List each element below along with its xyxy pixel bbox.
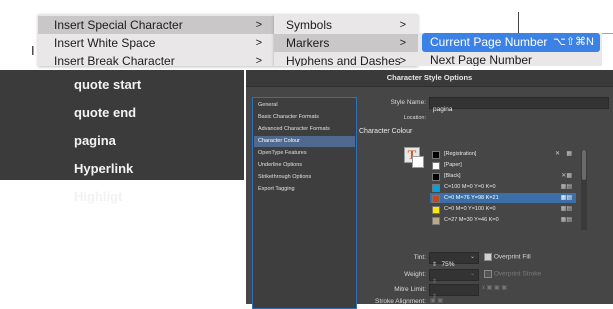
- category-character-colour[interactable]: Character Colour: [254, 136, 355, 147]
- swatch-row-selected[interactable]: C=0 M=76 Y=98 K=21 ▦▤: [430, 193, 576, 203]
- chevron-down-icon: ⌄: [469, 271, 475, 277]
- type-menu: Insert Special Character > Insert White …: [38, 14, 274, 66]
- menu-item-insert-special-character[interactable]: Insert Special Character >: [38, 16, 274, 34]
- swatch-name: [Black]: [444, 173, 461, 179]
- swatch-row[interactable]: C=27 M=30 Y=46 K=0 ▦▤: [430, 215, 576, 225]
- process-color-icon: ▦▤: [560, 206, 572, 212]
- stepper-icon: ⇕: [432, 262, 438, 268]
- process-color-icon: ▦▤: [560, 195, 572, 201]
- menu-item-markers[interactable]: Markers >: [274, 34, 418, 52]
- style-item[interactable]: quote end: [74, 105, 136, 120]
- menu-item-insert-white-space[interactable]: Insert White Space >: [38, 34, 274, 52]
- checkbox-icon: [484, 270, 492, 278]
- swatch-row[interactable]: C=0 M=0 Y=100 K=0 ▦▤: [430, 204, 576, 214]
- style-item[interactable]: pagina: [74, 133, 116, 148]
- dialog-title: Character Style Options: [246, 70, 613, 87]
- chevron-right-icon: >: [255, 19, 262, 31]
- markers-submenu: Current Page Number ⌥⇧⌘N Next Page Numbe…: [418, 33, 602, 66]
- menu-item-current-page-number[interactable]: Current Page Number ⌥⇧⌘N: [422, 33, 600, 52]
- style-name-field[interactable]: pagina: [429, 97, 609, 113]
- overprint-stroke-label: Overprint Stroke: [493, 270, 542, 278]
- menu-item-label: Current Page Number: [430, 35, 548, 49]
- menu-item-label: Hyphens and Dashes: [286, 54, 401, 66]
- overprint-fill-option[interactable]: Overprint Fill: [484, 253, 531, 261]
- fill-stroke-text-icon[interactable]: T: [404, 147, 426, 169]
- swatch-chip: [432, 195, 440, 203]
- swatch-chip: [432, 184, 440, 192]
- swatch-name: C=100 M=0 Y=0 K=0: [444, 184, 496, 190]
- chevron-right-icon: >: [255, 37, 262, 49]
- swatch-chip: [432, 217, 440, 225]
- swatch-chip: [432, 162, 440, 170]
- swatch-row[interactable]: [Registration] ✕ ▦: [430, 149, 576, 159]
- style-name-label: Style Name:: [390, 99, 426, 106]
- menu-item-insert-break-character[interactable]: Insert Break Character >: [38, 52, 274, 66]
- swatch-chip: [432, 151, 440, 159]
- keyboard-shortcut: ⌥⇧⌘N: [553, 36, 594, 48]
- swatch-name: C=0 M=76 Y=98 K=21: [444, 195, 499, 201]
- character-styles-panel: quote start quote end pagina Hyperlink H…: [0, 70, 244, 204]
- menu-item-hyphens-and-dashes[interactable]: Hyphens and Dashes >: [274, 52, 418, 66]
- mitre-limit-label: Mitre Limit:: [394, 286, 426, 293]
- category-underline-options[interactable]: Underline Options: [254, 160, 355, 171]
- style-item[interactable]: quote start: [74, 77, 141, 92]
- style-item[interactable]: Highligt: [74, 189, 122, 204]
- swatch-scroll-thumb[interactable]: [582, 150, 586, 180]
- swatch-name: C=0 M=0 Y=100 K=0: [444, 206, 496, 212]
- section-heading: Character Colour: [359, 128, 413, 135]
- menu-item-label: Insert Special Character: [54, 18, 183, 32]
- category-advanced-character-formats[interactable]: Advanced Character Formats: [254, 124, 355, 135]
- tint-value: 75%: [441, 261, 455, 268]
- process-color-icon: ▦▤: [560, 184, 572, 190]
- weight-label: Weight:: [404, 271, 426, 278]
- category-basic-character-formats[interactable]: Basic Character Formats: [254, 112, 355, 123]
- overprint-fill-label: Overprint Fill: [493, 253, 531, 261]
- chevron-right-icon: >: [399, 19, 406, 31]
- overprint-stroke-option[interactable]: Overprint Stroke: [484, 270, 541, 278]
- process-color-icon: ▦▤: [560, 217, 572, 223]
- mitre-limit-field[interactable]: ⇕: [429, 284, 479, 300]
- style-item[interactable]: Hyperlink: [74, 161, 133, 176]
- stroke-alignment-icons[interactable]: ▣ ▣: [430, 297, 443, 304]
- menu-item-next-page-number[interactable]: Next Page Number: [430, 53, 532, 66]
- category-list: General Basic Character Formats Advanced…: [252, 97, 357, 309]
- category-opentype-features[interactable]: OpenType Features: [254, 148, 355, 159]
- document-edge-letter: I: [31, 43, 35, 58]
- menu-item-symbols[interactable]: Symbols >: [274, 16, 418, 34]
- character-style-options-dialog: Character Style Options General Basic Ch…: [246, 70, 613, 309]
- menu-item-label: Markers: [286, 36, 330, 50]
- grid-icon: ▦: [566, 151, 572, 157]
- chevron-right-icon: >: [399, 37, 406, 49]
- swatch-name: [Registration]: [444, 151, 477, 157]
- tint-label: Tint:: [413, 254, 426, 261]
- lock-icon: ✕▦: [561, 173, 572, 179]
- menu-item-label: Insert White Space: [54, 36, 156, 50]
- checkbox-icon: [484, 253, 492, 261]
- category-strikethrough-options[interactable]: Strikethrough Options: [254, 172, 355, 183]
- swatch-row[interactable]: [Paper]: [430, 160, 576, 170]
- swatch-row[interactable]: [Black] ✕▦: [430, 171, 576, 181]
- swatch-list: [Registration] ✕ ▦ [Paper] [Black] ✕▦ C=…: [430, 149, 576, 229]
- special-character-submenu: Symbols > Markers > Hyphens and Dashes >: [274, 14, 418, 66]
- registration-icon: ✕: [554, 151, 560, 157]
- weight-field[interactable]: ⇕ ⌄: [429, 269, 479, 285]
- location-label: Location:: [403, 115, 426, 121]
- tint-field[interactable]: ⇕ 75% ⌄: [429, 252, 479, 268]
- chevron-right-icon: >: [255, 55, 262, 66]
- swatch-name: [Paper]: [444, 162, 462, 168]
- category-general[interactable]: General: [254, 100, 355, 111]
- swatch-row[interactable]: C=100 M=0 Y=0 K=0 ▦▤: [430, 182, 576, 192]
- swatch-chip: [432, 173, 440, 181]
- swatch-chip: [432, 206, 440, 214]
- document-rule-line: [518, 12, 519, 34]
- chevron-down-icon: ⌄: [469, 254, 475, 260]
- menu-item-label: Symbols: [286, 18, 333, 32]
- chevron-right-icon: >: [399, 55, 406, 66]
- category-export-tagging[interactable]: Export Tagging: [254, 184, 355, 195]
- menu-item-label: Insert Break Character: [54, 54, 175, 66]
- join-icons[interactable]: x ▣ ▣ ▣: [482, 284, 507, 291]
- swatch-name: C=27 M=30 Y=46 K=0: [444, 217, 499, 223]
- style-name-value: pagina: [433, 106, 453, 113]
